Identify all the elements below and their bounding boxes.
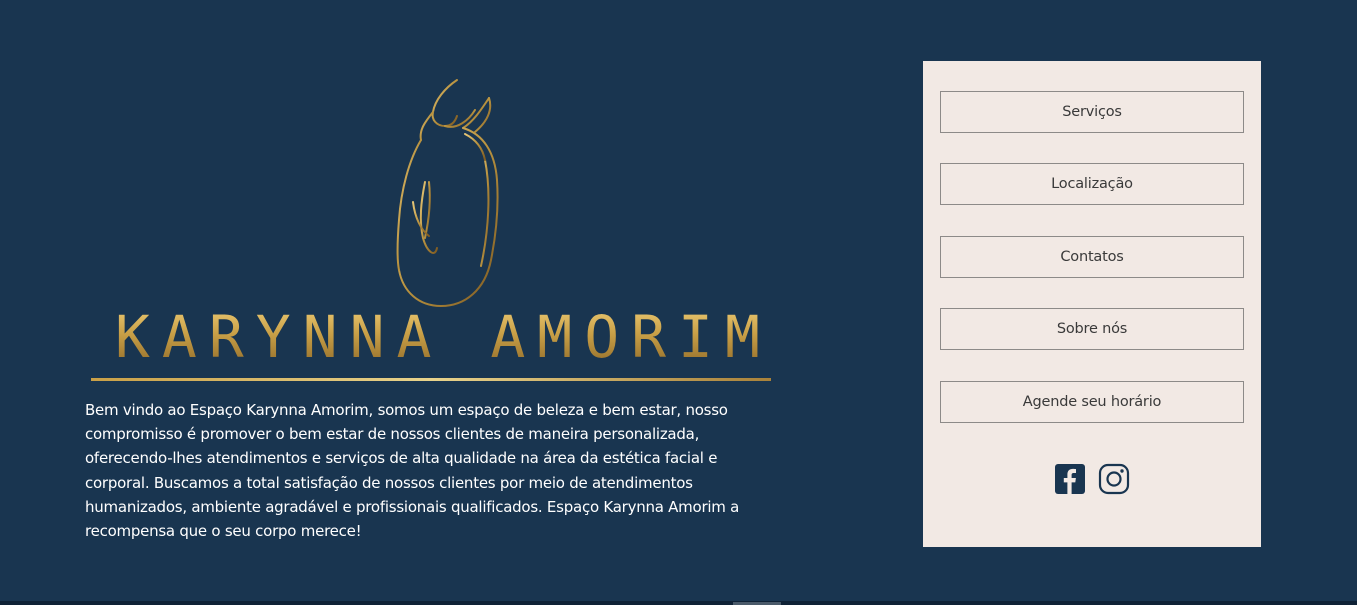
servicos-button[interactable]: Serviços: [940, 91, 1244, 133]
facebook-icon[interactable]: [1054, 463, 1086, 495]
brand-wordmark: KARYNNA AMORIM: [115, 302, 785, 372]
page-bottom-edge: [0, 601, 1357, 605]
welcome-text: Bem vindo ao Espaço Karynna Amorim, somo…: [85, 401, 740, 541]
localizacao-button[interactable]: Localização: [940, 163, 1244, 205]
instagram-icon[interactable]: [1098, 463, 1130, 495]
navigation-panel: Serviços Localização Contatos Sobre nós …: [923, 61, 1261, 547]
social-links: [923, 463, 1261, 497]
agende-seu-horario-button[interactable]: Agende seu horário: [940, 381, 1244, 423]
sobre-nos-button[interactable]: Sobre nós: [940, 308, 1244, 350]
contatos-button[interactable]: Contatos: [940, 236, 1244, 278]
brand-logo: KARYNNA AMORIM: [85, 70, 785, 390]
